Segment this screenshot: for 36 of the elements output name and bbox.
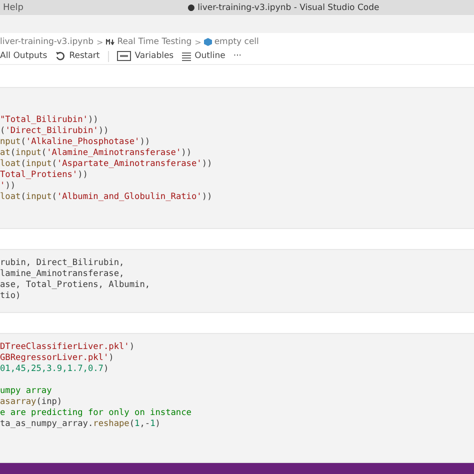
code-line: umpy array bbox=[0, 386, 53, 398]
breadcrumb-separator: > bbox=[96, 38, 104, 47]
code-line: 01,45,25,3.9,1.7,0.7) bbox=[0, 364, 110, 376]
code-line: nput('Alkaline_Phosphotase')) bbox=[0, 137, 152, 148]
breadcrumb-item[interactable]: liver-training-v3.ipynb bbox=[0, 37, 94, 48]
code-line: loat(input('Albumin_and_Globulin_Ratio')) bbox=[0, 192, 214, 204]
restart-icon bbox=[55, 51, 66, 62]
markdown-icon bbox=[106, 39, 116, 46]
code-line: GBRegressorLiver.pkl') bbox=[0, 353, 115, 364]
more-button[interactable]: ··· bbox=[233, 51, 242, 62]
cube-icon bbox=[204, 38, 212, 46]
toolbar-button[interactable]: All Outputs bbox=[0, 51, 48, 62]
window-title: ● liver-training-v3.ipynb - Visual Studio Code bbox=[188, 2, 380, 13]
list-icon bbox=[182, 52, 191, 61]
code-line: Total_Protiens')) bbox=[0, 170, 89, 182]
code-line: asarray(inp) bbox=[0, 397, 64, 408]
code-line: loat(input('Aspartate_Aminotransferase')) bbox=[0, 159, 214, 170]
breadcrumb-item[interactable]: Real Time Testing bbox=[117, 37, 192, 48]
breadcrumb-item[interactable]: empty cell bbox=[214, 37, 259, 48]
code-line: ')) bbox=[0, 181, 17, 192]
code-line: lamine_Aminotransferase, bbox=[0, 269, 126, 280]
code-line: ta_as_numpy_array.reshape(1,-1) bbox=[0, 419, 162, 430]
code-line: tio) bbox=[0, 291, 22, 302]
toolbar-button[interactable]: Outline bbox=[194, 51, 226, 62]
code-line: e are predicting for only on instance bbox=[0, 408, 192, 420]
variables-icon bbox=[116, 51, 131, 62]
code-line: "Total_Bilirubin')) bbox=[0, 115, 100, 126]
breadcrumb-separator: > bbox=[194, 38, 202, 47]
toolbar-button[interactable]: Restart bbox=[69, 51, 100, 62]
code-line: DTreeClassifierLiver.pkl') bbox=[0, 342, 136, 353]
code-line: ('Direct_Bilirubin')) bbox=[0, 126, 110, 137]
help-menu[interactable]: Help bbox=[3, 2, 24, 13]
toolbar-button[interactable]: Variables bbox=[134, 51, 174, 62]
code-line: ase, Total_Protiens, Albumin, bbox=[0, 280, 152, 292]
code-line: at(input('Alamine_Aminotransferase')) bbox=[0, 148, 192, 159]
code-line: rubin, Direct_Bilirubin, bbox=[0, 258, 126, 269]
